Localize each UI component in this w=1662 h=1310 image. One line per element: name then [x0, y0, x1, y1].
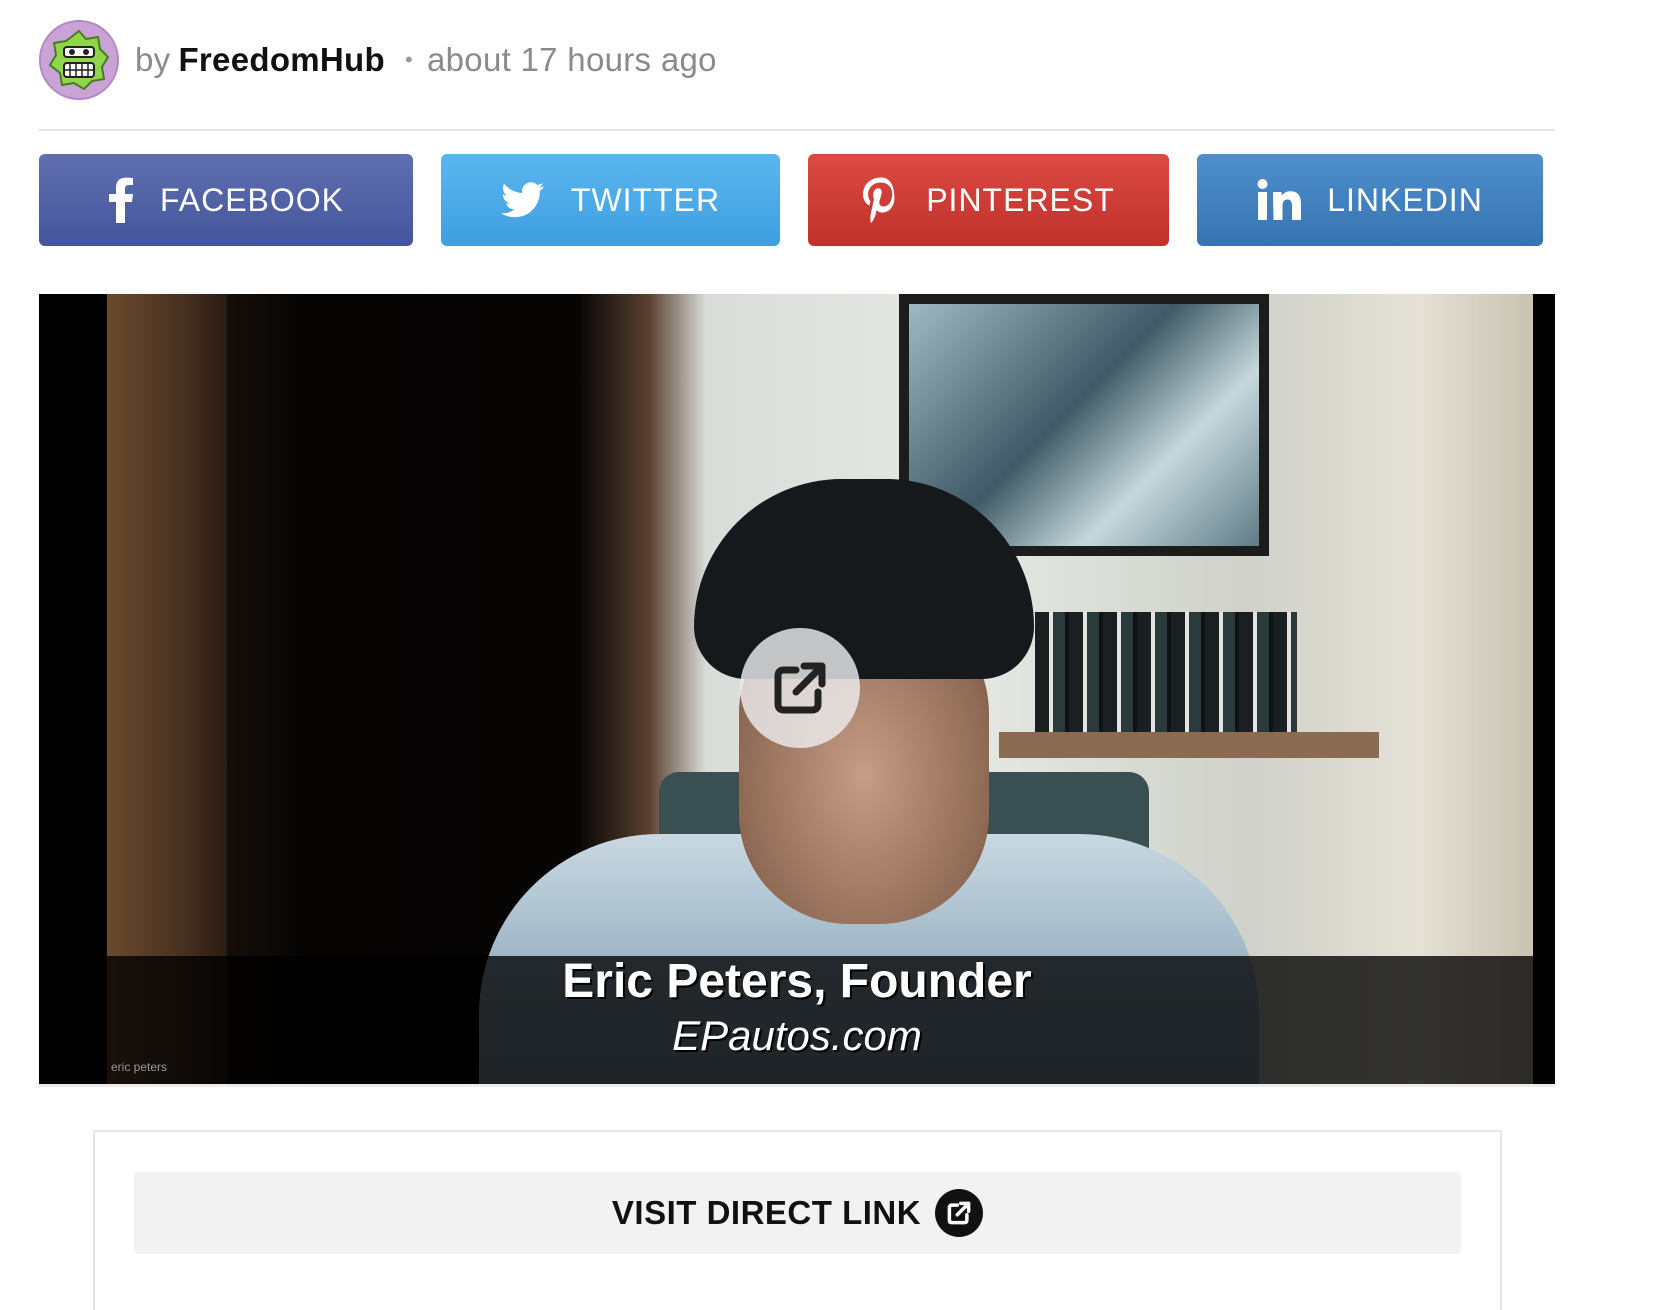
linkedin-icon [1257, 179, 1302, 221]
byline-text: by FreedomHub • about 17 hours ago [135, 41, 717, 79]
video-divider [39, 1084, 1555, 1087]
share-facebook-button[interactable]: FACEBOOK [39, 154, 413, 246]
facebook-icon [108, 177, 134, 223]
video-caption-site: EPautos.com [672, 1012, 922, 1059]
video-player[interactable]: Eric Peters, Founder EPautos.com eric pe… [39, 294, 1555, 1084]
visit-direct-link-button[interactable]: VISIT DIRECT LINK [134, 1172, 1461, 1254]
video-watermark: eric peters [111, 1060, 168, 1074]
video-scene-shelf [999, 732, 1379, 758]
external-link-icon [935, 1189, 984, 1237]
share-linkedin-button[interactable]: LINKEDIN [1197, 154, 1543, 246]
share-twitter-button[interactable]: TWITTER [441, 154, 780, 246]
external-link-icon [774, 662, 826, 714]
video-caption-name: Eric Peters, Founder [562, 955, 1032, 1008]
share-twitter-label: TWITTER [570, 181, 721, 218]
open-video-button[interactable] [740, 628, 860, 748]
byline: by FreedomHub • about 17 hours ago [39, 20, 717, 100]
video-scene-books [1035, 612, 1297, 734]
author-link[interactable]: FreedomHub [178, 41, 385, 78]
twitter-icon [501, 182, 545, 218]
byline-by: by [135, 41, 171, 78]
header-divider [39, 129, 1555, 131]
visit-direct-link-label: VISIT DIRECT LINK [611, 1194, 922, 1231]
share-pinterest-button[interactable]: PINTEREST [808, 154, 1169, 246]
share-pinterest-label: PINTEREST [926, 181, 1115, 218]
post-timestamp: about 17 hours ago [426, 41, 717, 78]
byline-separator: • [404, 47, 413, 72]
robot-avatar-icon [48, 29, 110, 91]
pinterest-icon [862, 177, 900, 223]
author-avatar[interactable] [39, 20, 119, 100]
share-linkedin-label: LINKEDIN [1327, 181, 1483, 218]
share-facebook-label: FACEBOOK [159, 181, 345, 218]
